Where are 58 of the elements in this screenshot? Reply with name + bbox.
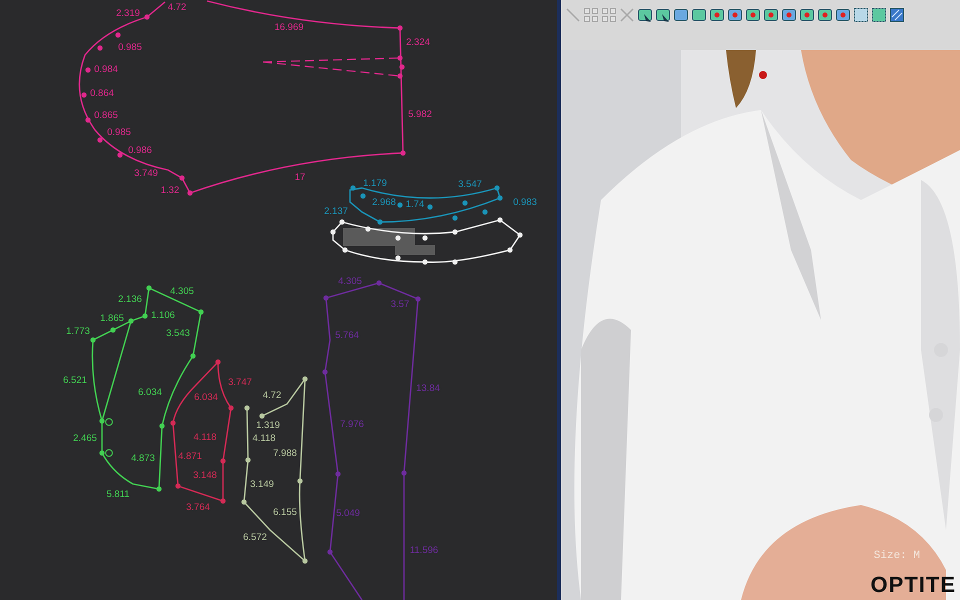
cursor-icon[interactable] bbox=[637, 7, 653, 23]
measurement-label: 11.596 bbox=[410, 545, 438, 556]
measurement-label: 5.764 bbox=[335, 330, 359, 341]
measurement-label: 7.976 bbox=[340, 419, 364, 430]
measurement-label: 3.57 bbox=[390, 299, 410, 310]
hatched-square-icon[interactable] bbox=[889, 7, 905, 23]
measurement-label: 4.873 bbox=[131, 453, 155, 464]
measurement-label: 2.136 bbox=[118, 294, 142, 305]
size-label: Size: M bbox=[874, 550, 920, 562]
measurement-label: 6.521 bbox=[63, 375, 87, 386]
measurement-label: 5.811 bbox=[106, 489, 130, 500]
measurement-label: 0.864 bbox=[90, 88, 114, 99]
measurement-label: 7.988 bbox=[273, 448, 297, 459]
measurement-label: 0.984 bbox=[94, 64, 118, 75]
measurement-label: 3.547 bbox=[458, 179, 482, 190]
measurement-label: 1.74 bbox=[406, 199, 424, 210]
measurement-label: 6.155 bbox=[273, 507, 297, 518]
measurement-label: 5.049 bbox=[336, 508, 360, 519]
measurement-label: 2.968 bbox=[372, 197, 396, 208]
measurement-label: 4.305 bbox=[338, 276, 362, 287]
pattern-piece[interactable] bbox=[330, 217, 523, 265]
measurement-label: 3.749 bbox=[134, 168, 158, 179]
measurement-label: 4.118 bbox=[193, 432, 217, 443]
logo-text: OPTITE bbox=[870, 572, 956, 598]
measurement-label: 6.572 bbox=[243, 532, 267, 543]
measurement-label: 4.305 bbox=[170, 286, 194, 297]
measurement-label: 6.034 bbox=[138, 387, 162, 398]
measurement-label: 4.871 bbox=[178, 451, 202, 462]
measurement-label: 3.747 bbox=[228, 377, 252, 388]
measurement-label: 0.983 bbox=[513, 197, 537, 208]
measurement-label: 1.106 bbox=[151, 310, 175, 321]
measurement-label: 4.118 bbox=[252, 433, 276, 444]
measurement-label: 3.764 bbox=[186, 502, 210, 513]
dotted-square-icon[interactable] bbox=[871, 7, 887, 23]
measurement-label: 0.865 bbox=[94, 110, 118, 121]
measurement-label: 1.319 bbox=[256, 420, 280, 431]
measurement-label: 1.179 bbox=[363, 178, 387, 189]
measurement-label: 3.543 bbox=[166, 328, 190, 339]
measurement-label: 16.969 bbox=[274, 22, 304, 33]
dotted-square-icon[interactable] bbox=[853, 7, 869, 23]
measurement-label: 1.32 bbox=[160, 185, 180, 196]
measurement-label: 2.324 bbox=[406, 37, 430, 48]
measurement-label: 2.465 bbox=[73, 433, 97, 444]
measurement-label: 5.982 bbox=[408, 109, 432, 120]
measurement-label: 6.034 bbox=[194, 392, 218, 403]
measurement-label: 1.865 bbox=[100, 313, 124, 324]
measurement-label: 4.72 bbox=[262, 390, 282, 401]
measurement-label: 0.985 bbox=[118, 42, 142, 53]
measurement-label: 3.148 bbox=[193, 470, 217, 481]
measurement-label: 13.84 bbox=[416, 383, 440, 394]
measurement-label: 17 bbox=[294, 172, 306, 183]
measurement-label: 1.773 bbox=[66, 326, 90, 337]
measurement-label: 4.72 bbox=[168, 2, 186, 13]
measurement-label: 2.137 bbox=[324, 206, 348, 217]
measurement-label: 0.985 bbox=[107, 127, 131, 138]
measurement-label: 0.986 bbox=[128, 145, 152, 156]
measurement-label: 2.319 bbox=[116, 8, 140, 19]
measurement-label: 3.149 bbox=[250, 479, 274, 490]
